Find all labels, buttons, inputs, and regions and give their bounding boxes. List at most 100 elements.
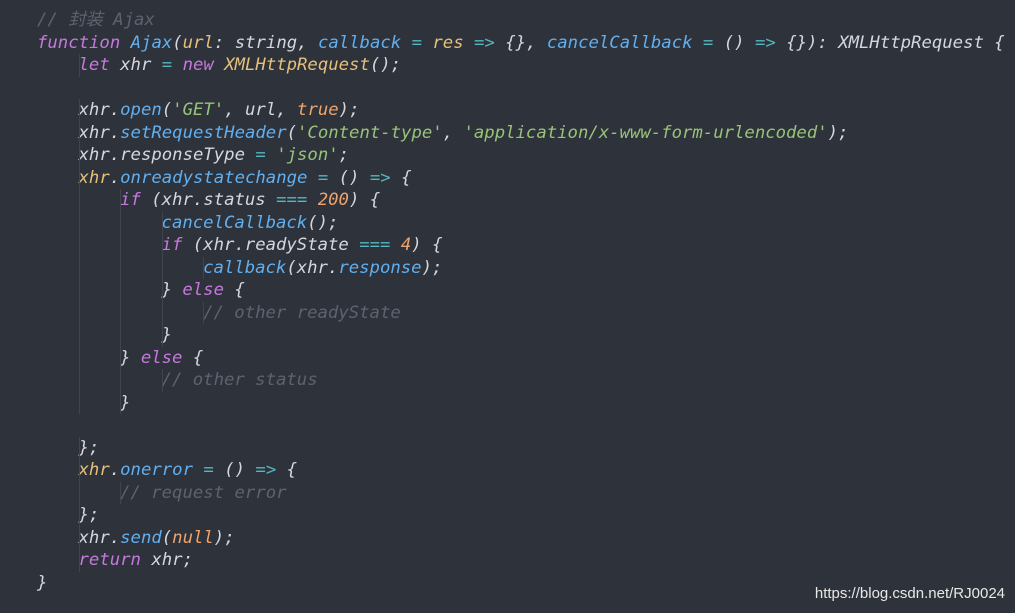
- indent-guide: [120, 234, 122, 257]
- code-token: =>: [245, 460, 287, 480]
- indent-guide: [161, 279, 163, 302]
- code-line-content: callback(xhr.response);: [37, 258, 442, 278]
- indent-guide: [78, 324, 80, 347]
- code-line-content: }: [37, 573, 47, 593]
- code-token: true: [297, 100, 339, 120]
- code-line-content: // 封装 Ajax: [37, 10, 155, 30]
- code-line: // other readyState: [37, 301, 1015, 324]
- code-token: ) {: [348, 190, 381, 210]
- code-token: .: [109, 100, 121, 120]
- code-line: // 封装 Ajax: [37, 9, 1015, 32]
- code-line: function Ajax(url: string, callback = re…: [37, 32, 1015, 55]
- code-line: cancelCallback();: [37, 211, 1015, 234]
- code-token: function: [37, 32, 121, 53]
- code-token: (: [161, 527, 173, 548]
- code-token: 'GET': [172, 100, 225, 120]
- code-line-content: let xhr = new XMLHttpRequest();: [37, 55, 402, 75]
- indent-guide: [120, 324, 122, 347]
- indent-guide: [78, 256, 80, 279]
- code-token: xhr: [78, 122, 110, 143]
- code-token: 'application/x-www-form-urlencoded': [463, 122, 828, 143]
- code-token: xhr: [78, 145, 110, 165]
- code-token: // request error: [120, 482, 287, 503]
- code-token: , url,: [224, 100, 298, 120]
- indent-guide: [161, 324, 163, 347]
- code-token: ,: [442, 122, 464, 143]
- code-token: (: [161, 100, 173, 120]
- indent-guide: [120, 256, 122, 279]
- code-token: xhr: [78, 460, 110, 480]
- code-token: return: [78, 550, 141, 570]
- code-line: } else {: [37, 279, 1015, 302]
- code-token: 4: [400, 235, 412, 255]
- code-token: xhr: [78, 167, 110, 188]
- code-token: url: [182, 32, 214, 53]
- code-line-content: };: [37, 505, 100, 525]
- code-token: {}: [786, 32, 807, 53]
- indent-guide: [78, 346, 80, 369]
- indent-guide: [78, 459, 80, 482]
- indent-guide: [120, 301, 122, 324]
- code-token: xhr;: [140, 550, 193, 570]
- code-line-content: // other readyState: [37, 303, 401, 323]
- code-token: };: [78, 437, 100, 458]
- indent-guide: [78, 54, 80, 77]
- code-token: (): [338, 167, 360, 188]
- code-editor[interactable]: // 封装 Ajax function Ajax(url: string, cal…: [0, 0, 1015, 613]
- code-line-content: }: [37, 393, 130, 413]
- code-line-content: xhr.responseType = 'json';: [37, 145, 350, 165]
- code-token: onreadystatechange: [120, 167, 308, 188]
- code-token: ): XMLHttpRequest {: [807, 32, 1005, 53]
- code-token: {: [286, 460, 298, 480]
- indent-guide: [120, 481, 122, 504]
- code-token: ;: [338, 145, 350, 165]
- code-line: let xhr = new XMLHttpRequest();: [37, 54, 1015, 77]
- code-line-content: };: [37, 437, 100, 458]
- code-line: return xhr;: [37, 549, 1015, 572]
- code-token: {: [223, 280, 245, 300]
- code-line: if (xhr.status === 200) {: [37, 189, 1015, 212]
- indent-guide: [161, 369, 163, 392]
- indent-guide: [78, 369, 80, 392]
- code-line: };: [37, 504, 1015, 527]
- code-token: 200: [317, 190, 349, 210]
- indent-guide: [161, 211, 163, 234]
- code-token: );: [338, 100, 360, 120]
- indent-guide: [78, 279, 80, 302]
- code-line: // request error: [37, 481, 1015, 504]
- code-token: null: [172, 527, 214, 548]
- indent-guide: [120, 279, 122, 302]
- indent-guide: [78, 99, 80, 122]
- indent-guide: [78, 301, 80, 324]
- code-token: {}: [505, 32, 527, 53]
- code-token: cancelCallback: [161, 212, 308, 233]
- indent-guide: [78, 234, 80, 257]
- code-token: if: [120, 190, 141, 210]
- code-line-content: }: [37, 325, 172, 345]
- indent-guide: [203, 256, 205, 279]
- code-token: =: [192, 460, 225, 480]
- code-token: );: [421, 257, 443, 278]
- code-token: ===: [276, 190, 308, 210]
- code-line: }: [37, 324, 1015, 347]
- code-token: responseType: [120, 145, 245, 165]
- code-token: if: [161, 235, 183, 255]
- indent-guide: [203, 301, 205, 324]
- code-line: callback(xhr.response);: [37, 256, 1015, 279]
- code-token: ) {: [411, 235, 443, 255]
- code-token: xhr: [78, 527, 110, 548]
- indent-guide: [161, 301, 163, 324]
- indent-guide: [120, 346, 122, 369]
- indent-guide: [78, 211, 80, 234]
- code-token: );: [827, 122, 849, 143]
- indent-guide: [78, 121, 80, 144]
- indent-guide: [78, 391, 80, 414]
- code-line: xhr.setRequestHeader('Content-type', 'ap…: [37, 121, 1015, 144]
- code-line: xhr.responseType = 'json';: [37, 144, 1015, 167]
- code-token: {: [182, 347, 204, 368]
